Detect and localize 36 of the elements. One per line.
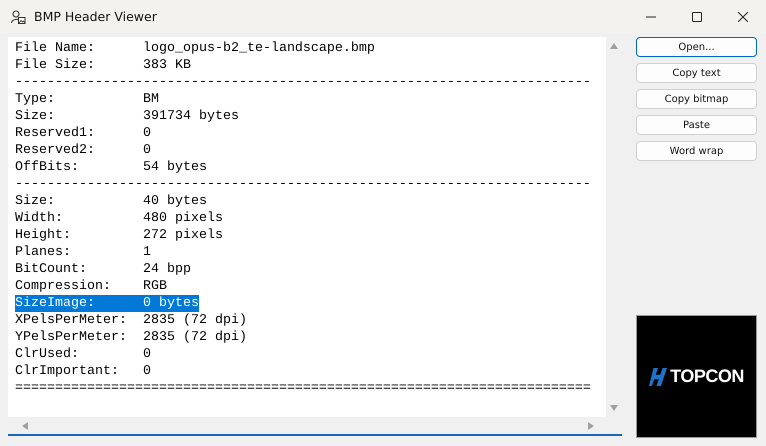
action-button[interactable]: Paste [636,115,757,135]
text-line: Planes: 1 [15,244,151,261]
logo-mark-icon [649,366,668,386]
text-line: OffBits: 54 bytes [15,159,207,176]
text-area[interactable] [8,37,622,436]
text-line: Reserved2: 0 [15,142,151,159]
text-line: Reserved1: 0 [15,125,151,142]
separator-line: ======================================================================== [15,380,591,397]
scroll-up-icon[interactable] [610,43,618,49]
text-line: ClrImportant: 0 [15,363,151,380]
separator-line: ------------------------------------------------------------------------ [15,176,591,193]
text-line: ClrUsed: 0 [15,346,151,363]
action-button[interactable]: Copy text [636,63,757,83]
maximize-icon [692,12,702,22]
scroll-right-icon[interactable] [588,422,594,430]
action-button[interactable]: Open... [636,37,757,57]
text-line: Type: BM [15,91,159,108]
scroll-down-icon[interactable] [610,405,618,411]
text-line: XPelsPerMeter: 2835 (72 dpi) [15,312,247,329]
text-line: Size: 391734 bytes [15,108,239,125]
window-title: BMP Header Viewer [34,9,157,24]
action-button[interactable]: Word wrap [636,141,757,161]
text-line: YPelsPerMeter: 2835 (72 dpi) [15,329,247,346]
scroll-left-icon[interactable] [22,422,28,430]
close-icon [738,12,748,22]
text-line: BitCount: 24 bpp [15,261,191,278]
text-line: Width: 480 pixels [15,210,223,227]
text-line: Compression: RGB [15,278,167,295]
action-button[interactable]: Copy bitmap [636,89,757,109]
text-line: File Size: 383 KB [15,57,191,74]
logo-text: TOPCON [670,366,744,387]
text-line: File Name: logo_opus-b2_te-landscape.bmp [15,40,375,57]
text-line: Size: 40 bytes [15,193,207,210]
separator-line: ------------------------------------------------------------------------ [15,74,591,91]
text-line: Height: 272 pixels [15,227,223,244]
app-icon [10,8,26,24]
